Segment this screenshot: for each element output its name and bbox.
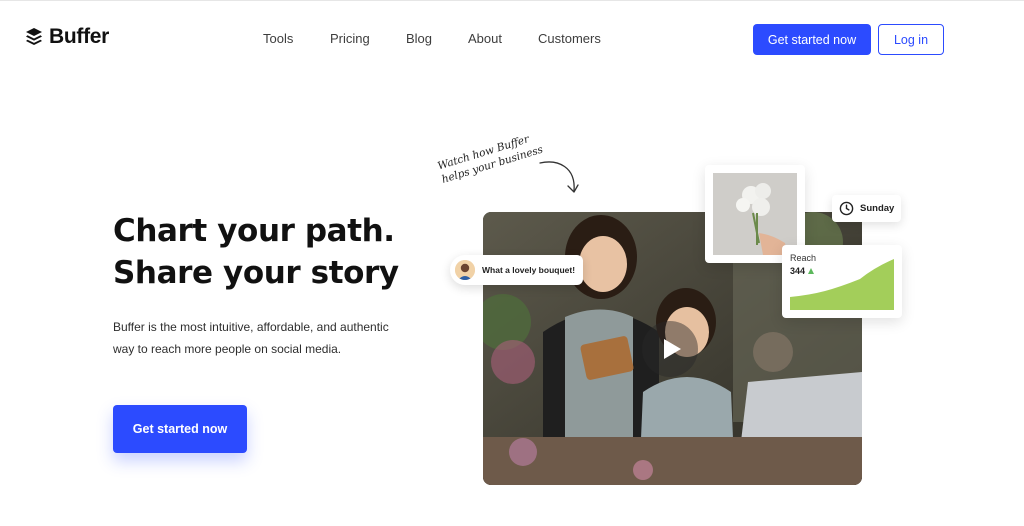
arrow-icon — [539, 161, 579, 193]
reach-value: 344 — [790, 266, 806, 276]
nav-item-blog[interactable]: Blog — [406, 31, 432, 46]
header-get-started-button[interactable]: Get started now — [753, 24, 871, 55]
nav-item-customers[interactable]: Customers — [538, 31, 601, 46]
hero-title-line-1: Chart your path. — [113, 213, 395, 249]
login-button[interactable]: Log in — [878, 24, 944, 55]
comment-bubble: What a lovely bouquet! — [450, 255, 583, 285]
reach-trend-chart — [790, 259, 894, 310]
schedule-day-card: Sunday — [832, 195, 901, 222]
play-button[interactable] — [642, 321, 698, 377]
nav-item-tools[interactable]: Tools — [263, 31, 293, 46]
day-label: Sunday — [860, 203, 895, 214]
hero-title-line-2: Share your story — [113, 255, 399, 291]
reach-stats-card: Reach 344 — [782, 245, 902, 318]
hero-subtitle: Buffer is the most intuitive, affordable… — [113, 320, 389, 356]
avatar-image — [455, 260, 475, 280]
site-header: Buffer Tools Pricing Blog About Customer… — [0, 0, 1024, 78]
reach-label: Reach — [790, 253, 817, 263]
comment-text: What a lovely bouquet! — [482, 265, 576, 275]
nav-item-about[interactable]: About — [468, 31, 502, 46]
video-annotation: Watch how Buffer helps your business — [436, 129, 545, 186]
reach-value-group: 344 — [790, 266, 815, 276]
nav-item-pricing[interactable]: Pricing — [330, 31, 370, 46]
clock-icon — [839, 201, 854, 216]
trend-up-icon — [808, 268, 815, 274]
hero-get-started-button[interactable]: Get started now — [113, 405, 247, 453]
hero-title: Chart your path. Share your story — [113, 210, 433, 294]
avatar — [455, 260, 475, 280]
flower-photo — [713, 173, 797, 255]
play-icon — [664, 339, 681, 359]
